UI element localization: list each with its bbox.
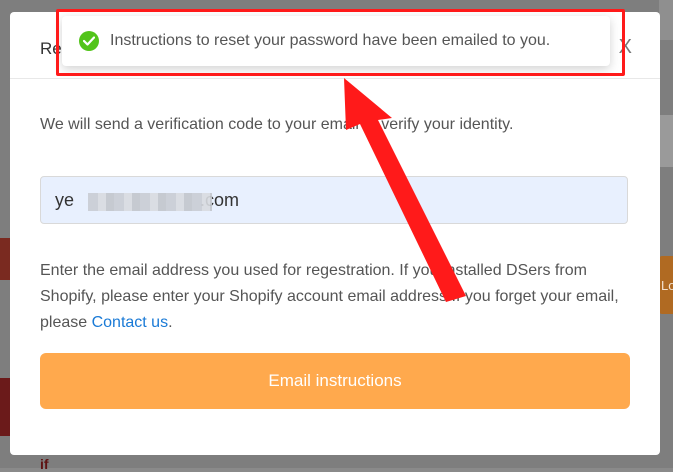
annotation-arrow (344, 78, 466, 302)
